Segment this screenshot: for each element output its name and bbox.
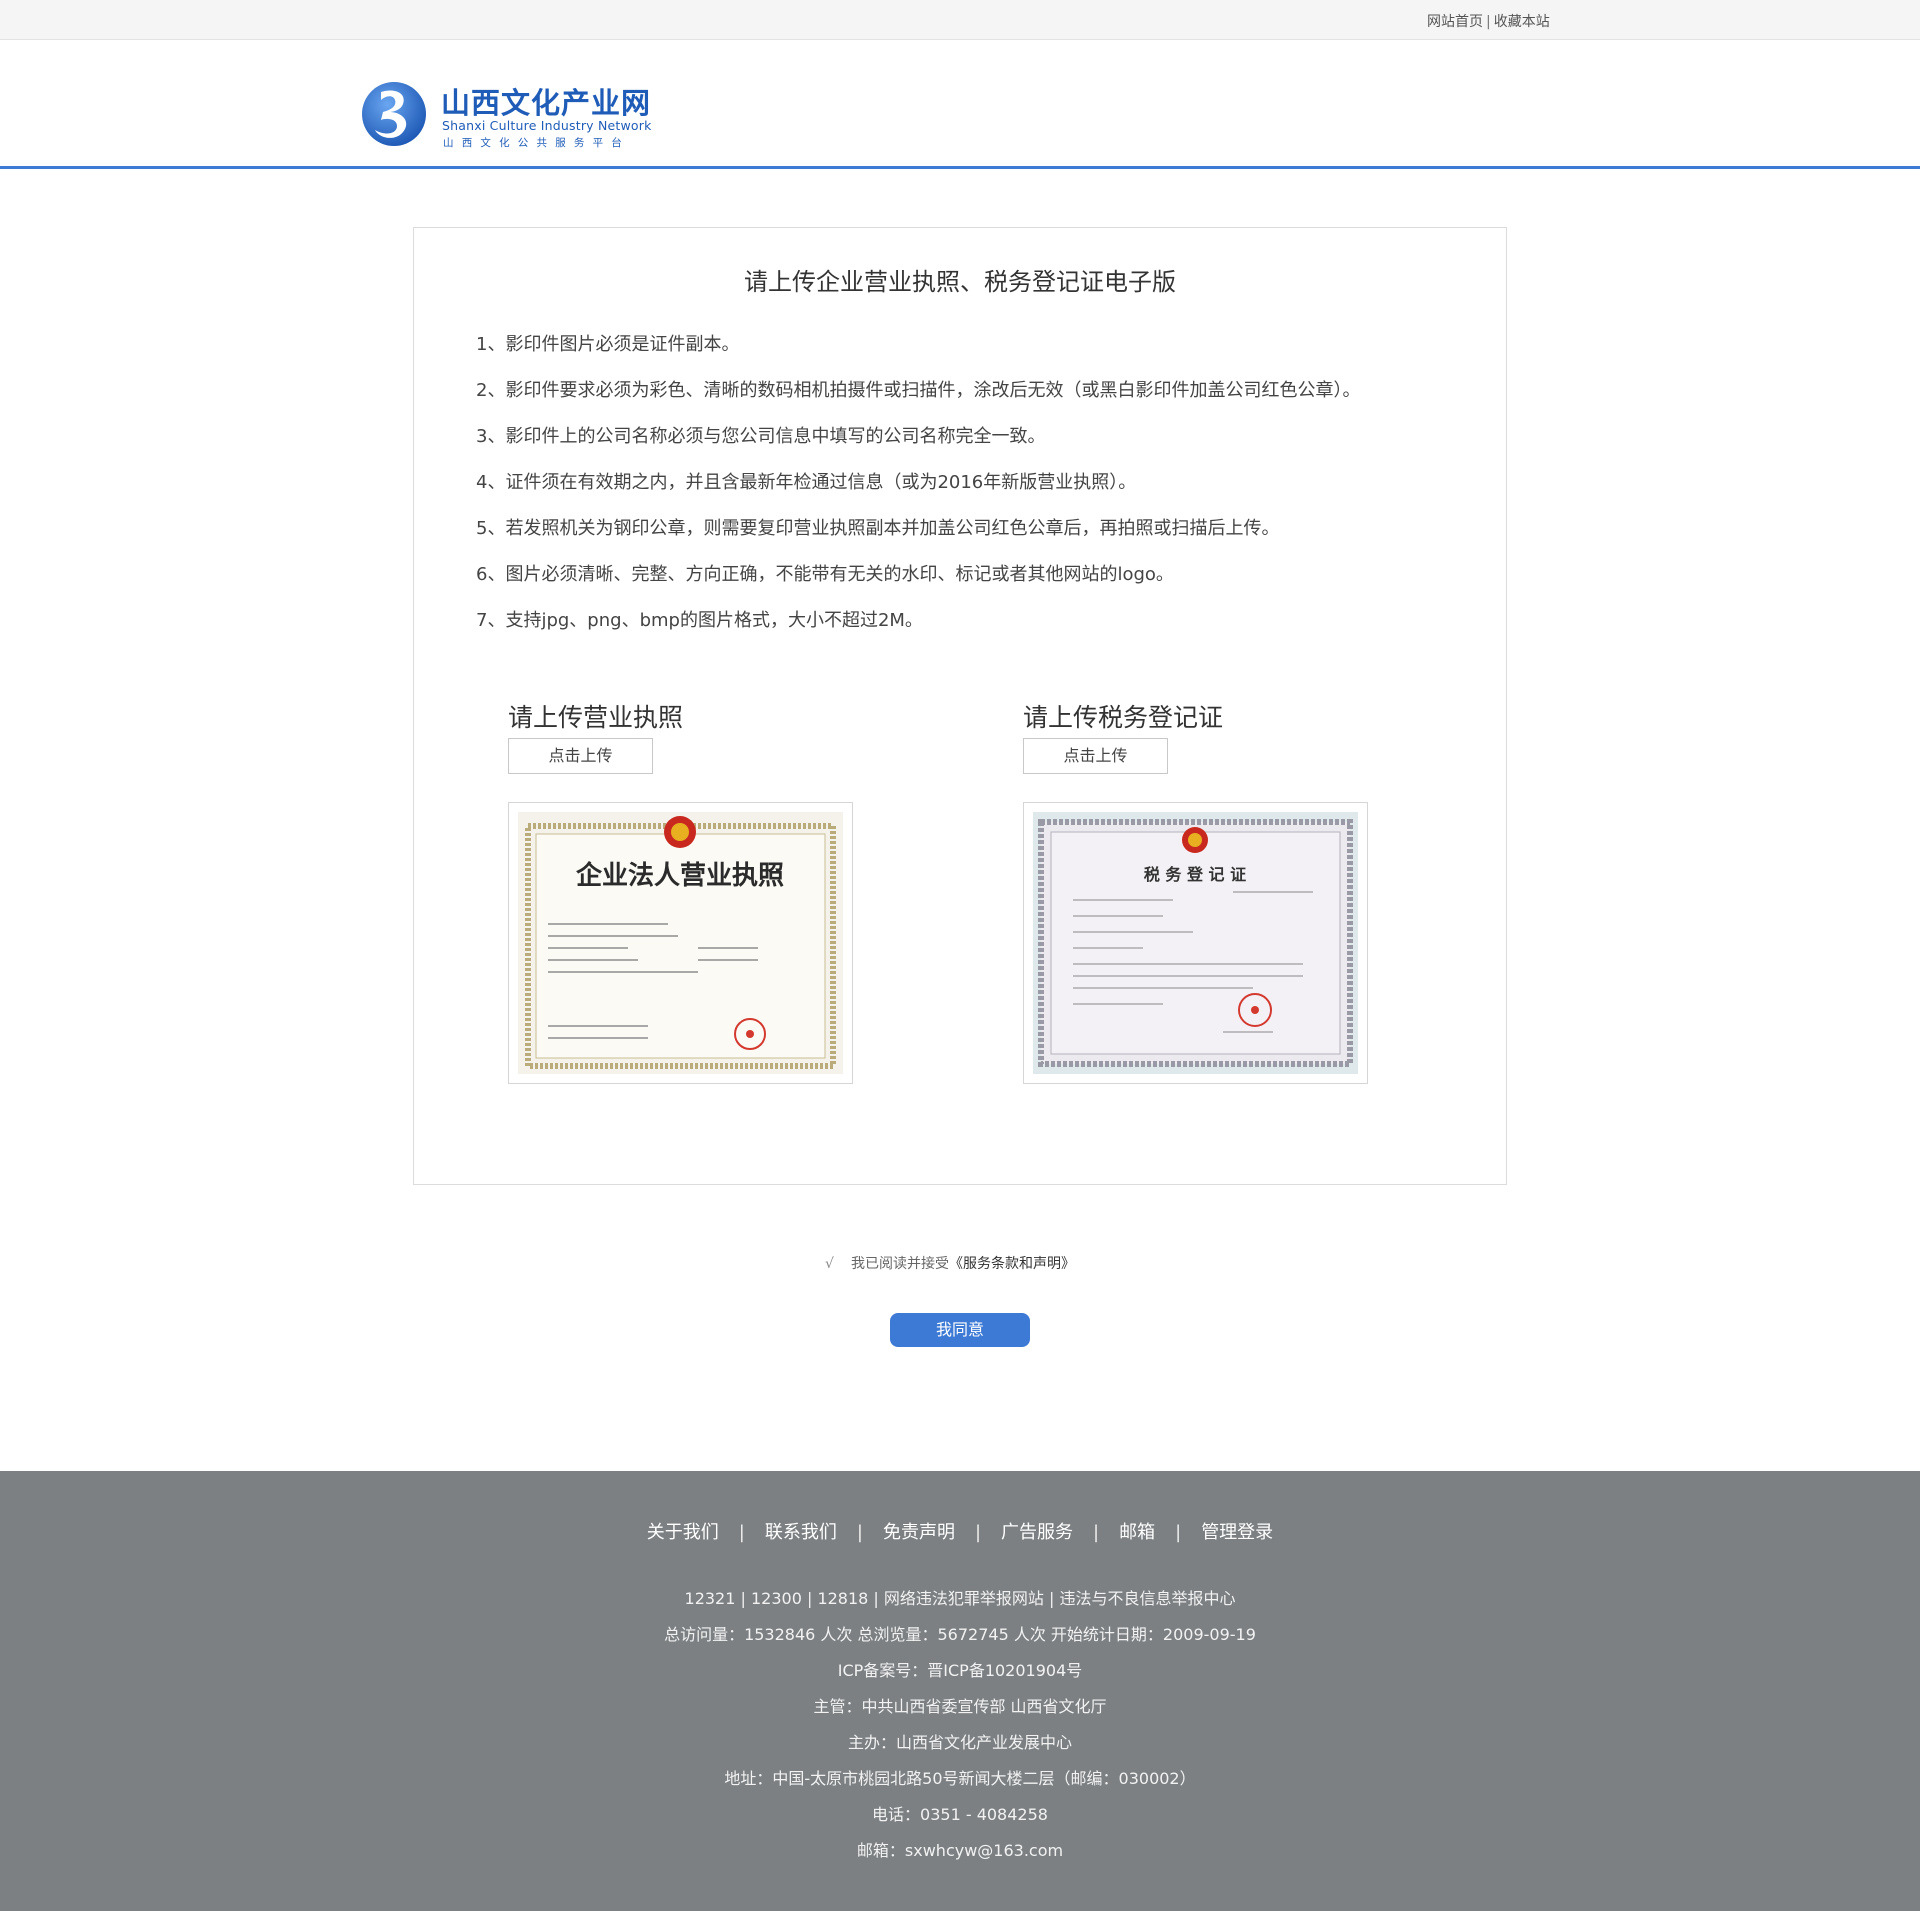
upload-tax-certificate-button[interactable]: 点击上传 xyxy=(1023,738,1168,774)
site-header: 山西文化产业网 Shanxi Culture Industry Network … xyxy=(0,40,1920,169)
footer-info: 12321 | 12300 | 12818 | 网络违法犯罪举报网站 | 违法与… xyxy=(0,1588,1920,1876)
footer-link-admin-login[interactable]: 管理登录 xyxy=(1201,1522,1273,1543)
agreement-row: √ 我已阅读并接受《服务条款和声明》 xyxy=(825,1253,1075,1273)
logo-mark-icon xyxy=(362,82,426,146)
footer-nav-separator: | xyxy=(1175,1522,1182,1543)
home-link[interactable]: 网站首页 xyxy=(1427,14,1483,30)
business-license-sample-title: 企业法人营业执照 xyxy=(576,860,784,891)
requirement-item: 1、影印件图片必须是证件副本。 xyxy=(476,334,740,355)
requirements-list: 1、影印件图片必须是证件副本。 2、影印件要求必须为彩色、清晰的数码相机拍摄件或… xyxy=(476,333,1360,655)
footer-link-about[interactable]: 关于我们 xyxy=(647,1522,719,1543)
footer-nav-separator: | xyxy=(974,1522,982,1543)
page-title: 请上传企业营业执照、税务登记证电子版 xyxy=(744,268,1176,296)
top-bar: 网站首页 | 收藏本站 xyxy=(0,0,1920,40)
agree-checkbox[interactable]: √ xyxy=(825,1256,839,1272)
business-license-sample-image[interactable]: 企业法人营业执照 xyxy=(508,802,853,1084)
site-logo[interactable]: 山西文化产业网 Shanxi Culture Industry Network … xyxy=(359,77,652,151)
footer-email: 邮箱：sxwhcyw@163.com xyxy=(856,1841,1064,1860)
logo-title-en: Shanxi Culture Industry Network xyxy=(442,118,652,133)
tax-certificate-sample-image[interactable]: 税 务 登 记 证 xyxy=(1023,802,1368,1084)
footer-visit-stats: 总访问量：1532846 人次 总浏览量：5672745 人次 开始统计日期：2… xyxy=(664,1625,1256,1644)
footer-link-ads[interactable]: 广告服务 xyxy=(1001,1522,1073,1543)
footer-nav-separator: | xyxy=(1093,1522,1100,1543)
footer-icp: ICP备案号：晋ICP备10201904号 xyxy=(837,1661,1083,1680)
footer-link-contact[interactable]: 联系我们 xyxy=(765,1522,837,1543)
footer-link-mail[interactable]: 邮箱 xyxy=(1119,1522,1155,1543)
footer-organizer: 主办：山西省文化产业发展中心 xyxy=(847,1733,1072,1752)
logo-subtitle: 山西文化公共服务平台 xyxy=(443,137,630,149)
upload-card: 请上传企业营业执照、税务登记证电子版 1、影印件图片必须是证件副本。 2、影印件… xyxy=(413,227,1507,1185)
requirement-item: 5、若发照机关为钢印公章，则需要复印营业执照副本并加盖公司红色公章后，再拍照或扫… xyxy=(476,518,1280,539)
site-footer: 关于我们 | 联系我们 | 免责声明 | 广告服务 | 邮箱 | 管理登录 12321 | 1230… xyxy=(0,1471,1920,1911)
footer-nav-separator: | xyxy=(856,1522,863,1543)
top-links-separator: | xyxy=(1486,14,1491,30)
agreement-text: 我已阅读并接受 xyxy=(851,1256,949,1272)
requirement-item: 3、影印件上的公司名称必须与您公司信息中填写的公司名称完全一致。 xyxy=(476,426,1046,447)
requirement-item: 2、影印件要求必须为彩色、清晰的数码相机拍摄件或扫描件，涂改后无效（或黑白影印件… xyxy=(476,380,1361,401)
top-links: 网站首页 | 收藏本站 xyxy=(1427,11,1550,31)
tax-certificate-sample-title: 税 务 登 记 证 xyxy=(1144,865,1246,884)
footer-phone: 电话：0351 - 4084258 xyxy=(872,1805,1048,1824)
requirement-item: 6、图片必须清晰、完整、方向正确，不能带有无关的水印、标记或者其他网站的logo… xyxy=(476,564,1174,585)
requirement-item: 7、支持jpg、png、bmp的图片格式，大小不超过2M。 xyxy=(476,610,923,631)
agree-button[interactable]: 我同意 xyxy=(890,1313,1030,1347)
tax-certificate-upload: 请上传税务登记证 点击上传 税 务 登 记 证 xyxy=(1023,698,1368,1084)
bookmark-link[interactable]: 收藏本站 xyxy=(1494,14,1550,30)
footer-nav-separator: | xyxy=(738,1522,745,1543)
logo-title: 山西文化产业网 xyxy=(441,86,652,120)
footer-address: 地址：中国-太原市桃园北路50号新闻大楼二层（邮编：030002） xyxy=(724,1769,1196,1788)
tax-certificate-sample-graphic: 税 务 登 记 证 xyxy=(1033,812,1358,1074)
footer-report-links[interactable]: 12321 | 12300 | 12818 | 网络违法犯罪举报网站 | 违法与… xyxy=(0,1588,1920,1624)
footer-link-disclaimer[interactable]: 免责声明 xyxy=(883,1522,955,1543)
footer-nav: 关于我们 | 联系我们 | 免责声明 | 广告服务 | 邮箱 | 管理登录 xyxy=(0,1518,1920,1544)
tax-certificate-title: 请上传税务登记证 xyxy=(1023,703,1224,732)
requirement-item: 4、证件须在有效期之内，并且含最新年检通过信息（或为2016年新版营业执照）。 xyxy=(476,472,1137,493)
business-license-title: 请上传营业执照 xyxy=(508,703,684,732)
business-license-sample-graphic: 企业法人营业执照 xyxy=(518,812,843,1074)
upload-business-license-button[interactable]: 点击上传 xyxy=(508,738,653,774)
terms-link[interactable]: 《服务条款和声明》 xyxy=(949,1256,1075,1272)
business-license-upload: 请上传营业执照 点击上传 企业法人营业执照 xyxy=(508,698,853,1084)
footer-supervisor: 主管：中共山西省委宣传部 山西省文化厅 xyxy=(813,1697,1107,1716)
